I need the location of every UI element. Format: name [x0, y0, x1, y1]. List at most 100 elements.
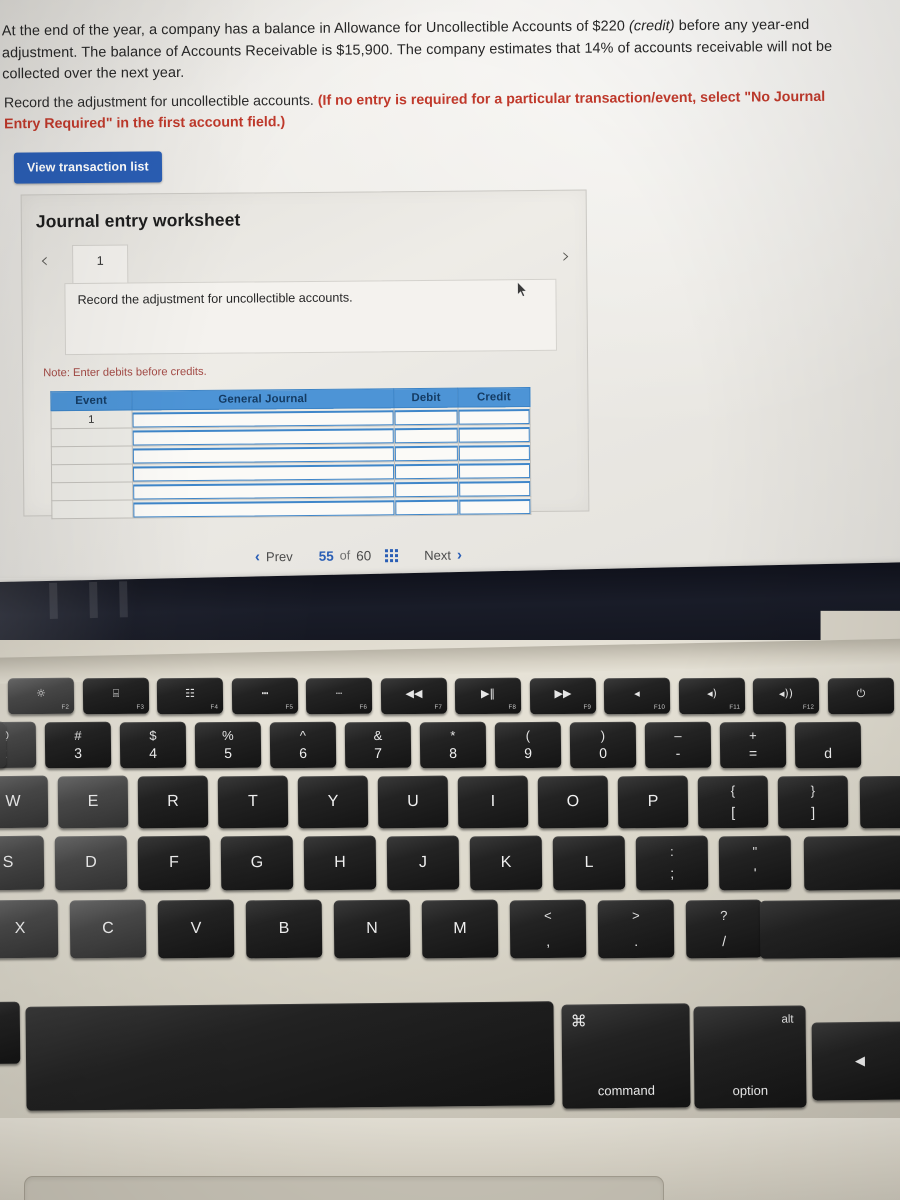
key-3[interactable]: #3 — [44, 721, 112, 769]
grid-view-icon[interactable] — [385, 548, 399, 562]
key-f6[interactable]: ┄ F6 — [305, 677, 373, 715]
worksheet-tab-1[interactable]: 1 — [72, 244, 129, 285]
key-i[interactable]: I — [457, 775, 529, 829]
key-j[interactable]: J — [386, 835, 460, 891]
credit-input[interactable] — [459, 498, 531, 515]
key-power[interactable]: ⏻ — [827, 677, 894, 715]
key-delete[interactable]: d — [794, 721, 862, 769]
cell-credit[interactable] — [458, 424, 531, 444]
key-7[interactable]: & 7 — [344, 721, 412, 769]
cell-debit[interactable] — [394, 407, 459, 426]
debit-input[interactable] — [395, 445, 458, 461]
general-journal-input[interactable] — [132, 409, 394, 428]
key-o[interactable]: O — [537, 775, 609, 829]
key-return[interactable] — [803, 835, 900, 891]
key-f[interactable]: F — [137, 835, 211, 891]
key-m[interactable]: M — [421, 899, 499, 959]
key-shift-right[interactable] — [759, 899, 900, 959]
cell-debit[interactable] — [394, 425, 459, 444]
key-9[interactable]: (9 — [494, 721, 562, 769]
cell-general-journal[interactable] — [132, 479, 396, 501]
view-transaction-list-button[interactable]: View transaction list — [13, 151, 162, 184]
debit-input[interactable] — [395, 463, 459, 479]
key-8[interactable]: * 8 — [419, 721, 487, 769]
key-f7[interactable]: ◀◀ F7 — [380, 677, 447, 715]
next-button[interactable]: Next › — [424, 546, 462, 563]
cell-debit[interactable] — [394, 443, 459, 462]
key-f3[interactable]: ⌸ F3 — [82, 677, 149, 715]
debit-input[interactable] — [395, 499, 459, 515]
key-command-left[interactable]: ⌘ — [0, 1001, 21, 1065]
key-c[interactable]: C — [69, 899, 147, 959]
key-k[interactable]: K — [469, 835, 543, 891]
key-4[interactable]: $4 — [119, 721, 187, 769]
cell-credit[interactable] — [458, 460, 531, 480]
credit-input[interactable] — [458, 462, 531, 479]
cell-general-journal[interactable] — [131, 425, 395, 447]
debit-input[interactable] — [394, 427, 458, 443]
cell-debit[interactable] — [395, 497, 459, 516]
key-arrow-left[interactable]: ◀ — [811, 1021, 900, 1101]
debit-input[interactable] — [394, 409, 458, 425]
key-bracket-right[interactable]: }] — [777, 775, 849, 829]
key-f4[interactable]: ☷ F4 — [156, 677, 224, 715]
key-r[interactable]: R — [137, 775, 209, 829]
general-journal-input[interactable] — [132, 481, 395, 500]
key-space[interactable] — [25, 1001, 555, 1111]
cell-credit[interactable] — [457, 406, 531, 426]
key-f12[interactable]: ◂)) F12 — [752, 677, 820, 715]
trackpad[interactable] — [24, 1176, 664, 1200]
general-journal-input[interactable] — [132, 499, 395, 518]
general-journal-input[interactable] — [132, 445, 395, 464]
key-0[interactable]: ) 0 — [569, 721, 637, 769]
key-comma[interactable]: <, — [509, 899, 587, 959]
cell-general-journal[interactable] — [132, 497, 396, 519]
key-quote[interactable]: " ' — [718, 835, 792, 891]
credit-input[interactable] — [459, 480, 531, 497]
cell-general-journal[interactable] — [131, 443, 395, 465]
key-x[interactable]: X — [0, 899, 59, 959]
key-l[interactable]: L — [552, 835, 626, 891]
key-e[interactable]: E — [57, 775, 129, 829]
key-f11[interactable]: ◂) F11 — [678, 677, 745, 715]
credit-input[interactable] — [458, 426, 530, 443]
key-u[interactable]: U — [377, 775, 449, 829]
key-t[interactable]: T — [217, 775, 289, 829]
key-f2[interactable]: ☼ F2 — [7, 677, 75, 715]
key-f8[interactable]: ▶‖ F8 — [454, 677, 522, 715]
key-1-partial[interactable] — [0, 721, 7, 769]
next-tab-arrow-icon[interactable]: › — [562, 244, 571, 268]
key-period[interactable]: >. — [597, 899, 675, 959]
key-d[interactable]: D — [54, 835, 128, 891]
credit-input[interactable] — [458, 444, 530, 461]
key-command-right[interactable]: ⌘ command — [561, 1003, 691, 1109]
cell-credit[interactable] — [458, 442, 531, 462]
key-p[interactable]: P — [617, 775, 689, 829]
general-journal-input[interactable] — [132, 427, 395, 446]
key-f10[interactable]: ◂ F10 — [603, 677, 671, 715]
debit-input[interactable] — [395, 481, 459, 497]
prev-button[interactable]: ‹ Prev — [255, 548, 293, 565]
key-slash[interactable]: ? / — [685, 899, 763, 959]
key-y[interactable]: Y — [297, 775, 369, 829]
key-f9[interactable]: ▶▶ F9 — [529, 677, 596, 715]
general-journal-input[interactable] — [132, 463, 395, 482]
key-bracket-left[interactable]: {[ — [697, 775, 769, 829]
key-h[interactable]: H — [303, 835, 377, 891]
cell-debit[interactable] — [394, 479, 459, 498]
key-w[interactable]: W — [0, 775, 49, 829]
key-backslash[interactable] — [859, 775, 900, 829]
key-minus[interactable]: – - — [644, 721, 712, 769]
key-n[interactable]: N — [333, 899, 411, 959]
key-f5[interactable]: ┅ F5 — [231, 677, 298, 715]
credit-input[interactable] — [458, 408, 530, 425]
prev-tab-arrow-icon[interactable]: ‹ — [40, 248, 49, 272]
key-g[interactable]: G — [220, 835, 294, 891]
key-v[interactable]: V — [157, 899, 235, 959]
cell-general-journal[interactable] — [131, 407, 395, 429]
key-6[interactable]: ^ 6 — [269, 721, 337, 769]
cell-general-journal[interactable] — [131, 461, 395, 483]
cell-credit[interactable] — [458, 478, 531, 498]
cell-debit[interactable] — [394, 461, 459, 480]
key-option[interactable]: alt option — [693, 1005, 807, 1109]
